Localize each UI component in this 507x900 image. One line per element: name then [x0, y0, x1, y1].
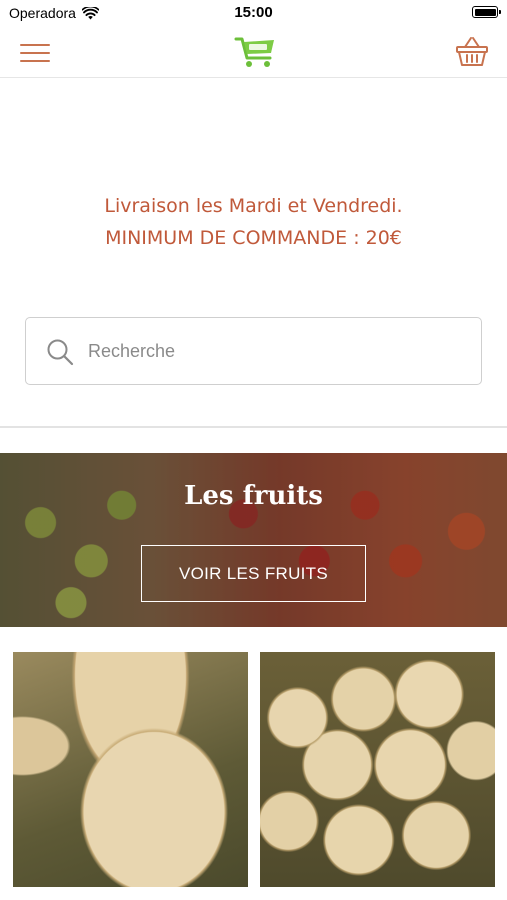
product-tile-melon-closeup[interactable] — [13, 652, 248, 887]
search-icon — [47, 339, 74, 366]
delivery-info: Livraison les Mardi et Vendredi. MINIMUM… — [0, 190, 507, 254]
hamburger-menu-icon[interactable] — [20, 40, 50, 64]
section-divider — [0, 426, 507, 428]
minimum-order-text: MINIMUM DE COMMANDE : 20€ — [105, 227, 402, 249]
search-input[interactable] — [88, 318, 468, 384]
battery-icon — [472, 6, 501, 18]
search-box[interactable] — [25, 317, 482, 385]
category-title: Les fruits — [184, 481, 323, 511]
navigation-bar — [0, 26, 507, 78]
shopping-cart-logo[interactable] — [234, 34, 278, 70]
view-fruits-button[interactable]: VOIR LES FRUITS — [141, 545, 366, 602]
basket-icon[interactable] — [455, 36, 489, 68]
delivery-days-text: Livraison les Mardi et Vendredi. — [104, 195, 403, 217]
status-time: 15:00 — [234, 4, 273, 21]
category-banner-fruits[interactable]: Les fruits VOIR LES FRUITS — [0, 453, 507, 627]
status-bar: Operadora 15:00 — [0, 0, 507, 26]
product-tile-melons-pile[interactable] — [260, 652, 495, 887]
